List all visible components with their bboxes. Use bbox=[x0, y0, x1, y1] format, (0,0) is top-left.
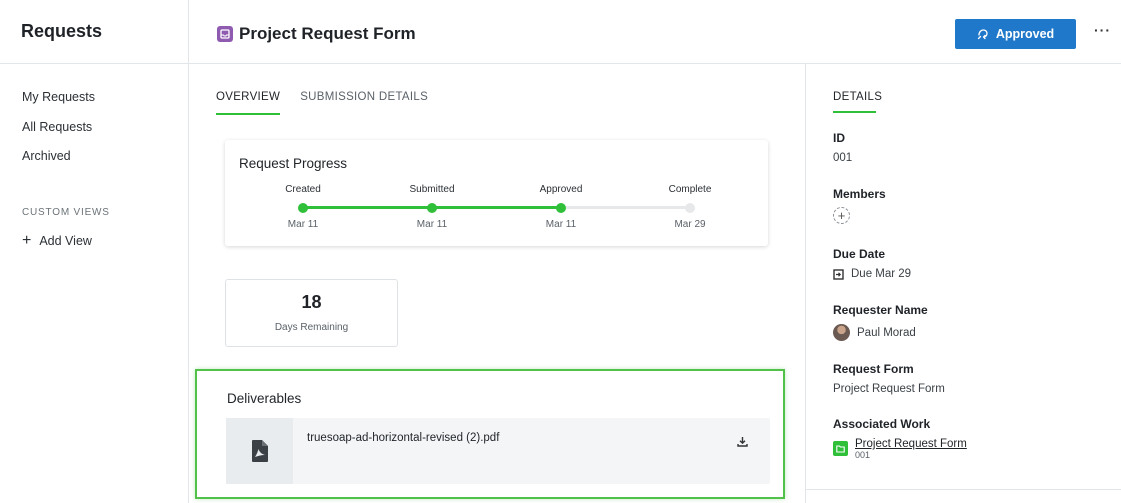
step-label: Created bbox=[285, 184, 321, 195]
sidebar-item-my-requests[interactable]: My Requests bbox=[0, 87, 188, 117]
associated-work-text: Project Request Form 001 bbox=[855, 438, 967, 460]
add-member-button[interactable]: + bbox=[833, 207, 850, 224]
sidebar-nav: My Requests All Requests Archived CUSTOM… bbox=[0, 64, 188, 249]
tab-bar: OVERVIEW SUBMISSION DETAILS bbox=[216, 91, 428, 115]
field-request-form: Request Form Project Request Form bbox=[833, 362, 945, 395]
request-progress-card: Request Progress Created Mar 11 Submitte… bbox=[225, 140, 768, 246]
days-remaining-value: 18 bbox=[301, 292, 322, 312]
field-label: ID bbox=[833, 131, 845, 145]
folder-icon bbox=[833, 441, 848, 456]
add-view-label: Add View bbox=[39, 233, 92, 248]
step-date: Mar 11 bbox=[416, 219, 448, 230]
more-options-button[interactable]: ··· bbox=[1094, 22, 1110, 44]
deliverables-section: Deliverables truesoap-ad-horizontal-revi… bbox=[195, 369, 785, 499]
calendar-due-icon bbox=[833, 268, 844, 280]
progress-step-created: Created Mar 11 bbox=[263, 184, 343, 230]
step-dot bbox=[298, 203, 308, 213]
associated-work-id: 001 bbox=[855, 450, 871, 460]
main-content: OVERVIEW SUBMISSION DETAILS Request Prog… bbox=[189, 64, 805, 503]
requester-row: Paul Morad bbox=[833, 324, 928, 341]
approved-status-button[interactable]: Approved bbox=[955, 19, 1076, 49]
associated-work-link[interactable]: Project Request Form bbox=[855, 438, 967, 450]
pdf-file-icon bbox=[251, 440, 268, 462]
step-label: Complete bbox=[668, 184, 712, 195]
progress-steps: Created Mar 11 Submitted Mar 11 Approved… bbox=[225, 184, 768, 234]
progress-step-approved: Approved Mar 11 bbox=[521, 184, 601, 230]
step-label: Submitted bbox=[409, 184, 455, 195]
step-dot bbox=[556, 203, 566, 213]
step-label: Approved bbox=[539, 184, 583, 195]
field-associated-work: Associated Work Project Request Form 001 bbox=[833, 417, 967, 460]
step-date: Mar 11 bbox=[287, 219, 319, 230]
tab-overview[interactable]: OVERVIEW bbox=[216, 91, 281, 115]
details-panel: DETAILS ID 001 Members + Due Date Due Ma… bbox=[805, 64, 1121, 503]
step-dot bbox=[427, 203, 437, 213]
days-remaining-label: Days Remaining bbox=[274, 322, 349, 333]
deliverable-file-row[interactable]: truesoap-ad-horizontal-revised (2).pdf bbox=[226, 418, 770, 484]
tab-submission-details[interactable]: SUBMISSION DETAILS bbox=[300, 91, 428, 115]
field-label: Due Date bbox=[833, 247, 886, 261]
step-dot bbox=[685, 203, 695, 213]
field-label: Requester Name bbox=[833, 303, 928, 317]
details-divider bbox=[806, 489, 1121, 490]
plus-icon: + bbox=[22, 231, 32, 249]
requester-name: Paul Morad bbox=[857, 326, 916, 339]
step-date: Mar 29 bbox=[674, 219, 706, 230]
field-label: Associated Work bbox=[833, 417, 931, 431]
field-value: 001 bbox=[833, 152, 853, 164]
custom-views-label: CUSTOM VIEWS bbox=[22, 206, 110, 218]
approved-button-label: Approved bbox=[995, 27, 1055, 41]
days-remaining-card: 18 Days Remaining bbox=[225, 279, 398, 347]
approve-icon bbox=[977, 29, 988, 40]
progress-title: Request Progress bbox=[239, 156, 348, 171]
plus-icon: + bbox=[837, 208, 846, 223]
avatar bbox=[833, 324, 850, 341]
sidebar-header: Requests bbox=[0, 0, 188, 64]
sidebar-item-archived[interactable]: Archived bbox=[0, 146, 188, 176]
deliverables-title: Deliverables bbox=[227, 391, 302, 406]
progress-step-complete: Complete Mar 29 bbox=[650, 184, 730, 230]
due-date-row[interactable]: Due Mar 29 bbox=[833, 268, 911, 280]
form-icon bbox=[217, 26, 233, 42]
step-date: Mar 11 bbox=[545, 219, 577, 230]
file-name: truesoap-ad-horizontal-revised (2).pdf bbox=[307, 432, 500, 444]
field-due-date: Due Date Due Mar 29 bbox=[833, 247, 911, 280]
due-date-value: Due Mar 29 bbox=[851, 268, 912, 280]
page-title: Project Request Form bbox=[239, 24, 416, 43]
sidebar-title: Requests bbox=[21, 21, 103, 41]
field-id: ID 001 bbox=[833, 131, 852, 164]
download-icon[interactable] bbox=[737, 436, 748, 447]
sidebar: Requests My Requests All Requests Archiv… bbox=[0, 0, 189, 503]
field-requester: Requester Name Paul Morad bbox=[833, 303, 928, 341]
progress-step-submitted: Submitted Mar 11 bbox=[392, 184, 472, 230]
page-header: Project Request Form Approved ··· bbox=[189, 0, 1121, 64]
field-label: Request Form bbox=[833, 362, 914, 376]
file-thumbnail bbox=[226, 418, 293, 484]
field-label: Members bbox=[833, 187, 886, 201]
tab-details[interactable]: DETAILS bbox=[833, 91, 882, 113]
associated-work-row[interactable]: Project Request Form 001 bbox=[833, 438, 967, 460]
sidebar-item-all-requests[interactable]: All Requests bbox=[0, 117, 188, 147]
add-view-button[interactable]: + Add View bbox=[0, 231, 188, 249]
field-members: Members + bbox=[833, 187, 886, 224]
field-value: Project Request Form bbox=[833, 383, 945, 395]
